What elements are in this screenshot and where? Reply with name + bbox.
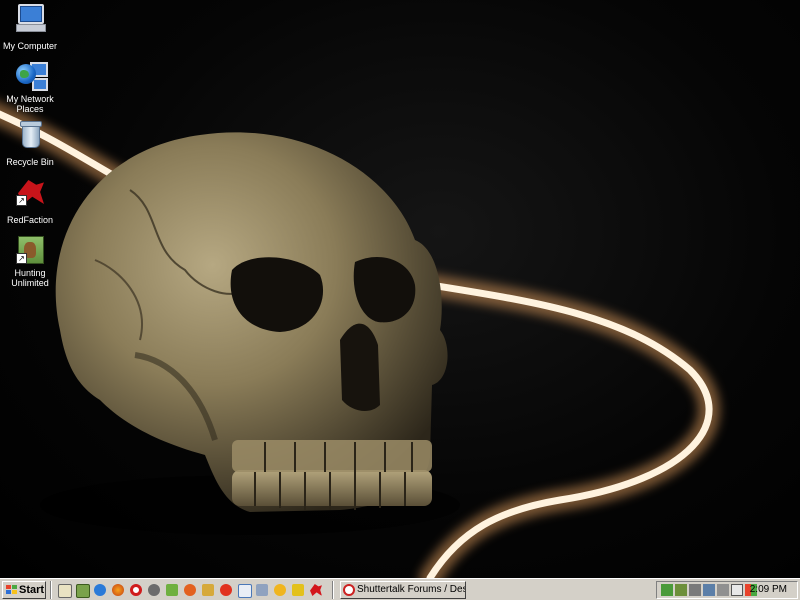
media-player-icon[interactable]	[218, 582, 234, 598]
taskbar-separator	[50, 581, 52, 599]
skull	[40, 132, 460, 535]
taskbar-clock[interactable]: 2:09 PM	[750, 582, 787, 598]
security-tray-icon[interactable]	[731, 584, 743, 596]
desktop-icon-my-network-places[interactable]: My Network Places	[2, 60, 58, 117]
network-places-icon	[14, 60, 48, 92]
opera-icon[interactable]	[128, 582, 144, 598]
taskbar-separator	[332, 581, 334, 599]
windows-logo-icon	[6, 585, 17, 595]
show-desktop-icon[interactable]	[56, 582, 72, 598]
skull-wallpaper	[0, 102, 720, 578]
desktop-icon-label: Hunting Unlimited	[11, 268, 49, 288]
system-tray: 2:09 PM	[656, 581, 798, 599]
recycle-bin-icon	[14, 118, 46, 150]
desktop-icon-hunting-unlimited[interactable]: ↗ Hunting Unlimited	[2, 234, 58, 291]
taskbar-window-button[interactable]: Shuttertalk Forums / Desk...	[340, 581, 466, 599]
shortcut-arrow-icon: ↗	[16, 253, 27, 264]
redfaction-icon[interactable]	[308, 582, 324, 598]
start-label: Start	[19, 584, 45, 596]
taskbar: Start Shuttertalk Forums / Desk... 2:09 …	[0, 578, 800, 600]
internet-explorer-icon[interactable]	[92, 582, 108, 598]
volume-tray-icon[interactable]	[675, 584, 687, 596]
desktop-icon-my-computer[interactable]: My Computer	[2, 2, 58, 54]
network-tray-icon[interactable]	[661, 584, 673, 596]
display-tray-icon[interactable]	[689, 584, 701, 596]
music-icon[interactable]	[182, 582, 198, 598]
taskbar-window-title: Shuttertalk Forums / Desk...	[357, 584, 466, 595]
desktop-icon-recycle-bin[interactable]: Recycle Bin	[2, 118, 58, 170]
opera-icon	[343, 584, 355, 596]
media-icon[interactable]	[146, 582, 162, 598]
redfaction-icon: ↗	[14, 176, 46, 208]
search-icon[interactable]	[164, 582, 180, 598]
start-button[interactable]: Start	[2, 581, 46, 599]
my-computer-icon	[14, 2, 46, 34]
shortcut-arrow-icon: ↗	[16, 195, 27, 206]
desktop-icon-label: RedFaction	[6, 215, 54, 225]
hunting-unlimited-icon: ↗	[14, 234, 46, 266]
security-icon[interactable]	[290, 582, 306, 598]
desktop: My Computer My Network Places Recycle Bin…	[0, 0, 800, 578]
desktop-icon-label: My Computer	[3, 41, 58, 51]
print-tray-icon[interactable]	[717, 584, 729, 596]
monitor-tray-icon[interactable]	[703, 584, 715, 596]
desktop-icon-redfaction[interactable]: ↗ RedFaction	[2, 176, 58, 228]
firefox-icon[interactable]	[110, 582, 126, 598]
window-icon[interactable]	[236, 582, 252, 598]
app-icon[interactable]	[200, 582, 216, 598]
skull-teeth	[232, 440, 432, 510]
photo-app-icon[interactable]	[74, 582, 90, 598]
desktop-icon-label: My Network Places	[6, 94, 54, 114]
messenger-icon[interactable]	[272, 582, 288, 598]
network-icon[interactable]	[254, 582, 270, 598]
desktop-icon-label: Recycle Bin	[6, 157, 54, 167]
